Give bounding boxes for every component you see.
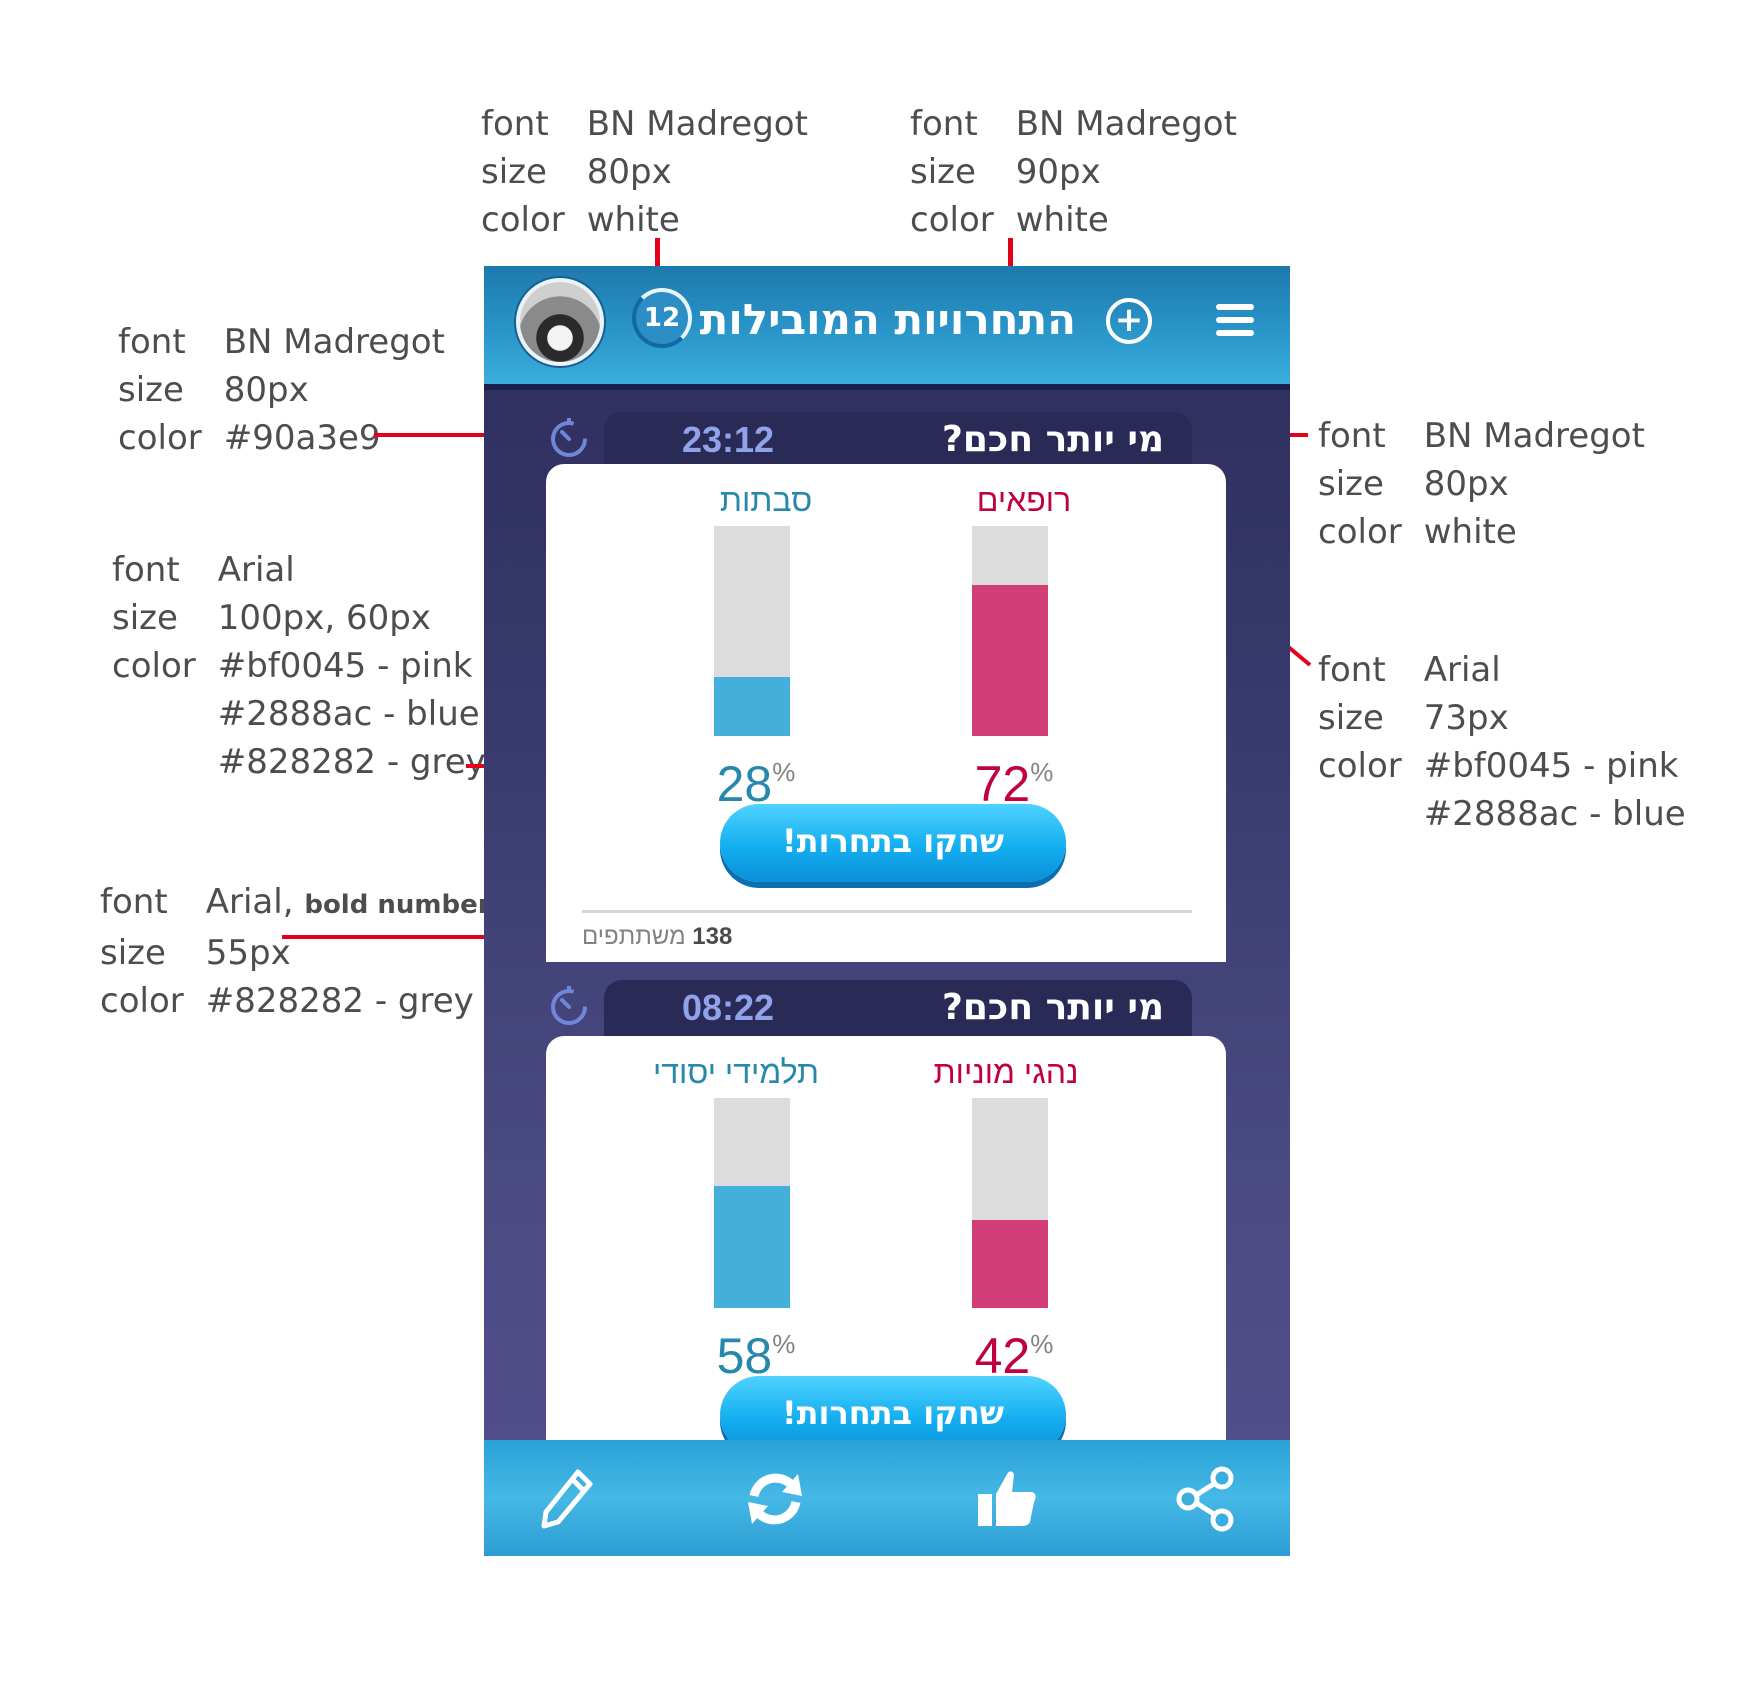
percent-bar-right	[972, 526, 1048, 736]
team-name-right: רופאים	[976, 482, 1072, 518]
challenge-title: מי יותר חכם?	[941, 419, 1164, 460]
challenge-timer: 08:22	[682, 987, 775, 1028]
percent-right: 42%	[974, 1328, 1054, 1384]
hamburger-icon[interactable]	[1216, 304, 1254, 336]
share-icon[interactable]	[1170, 1464, 1240, 1534]
percent-right: 72%	[974, 756, 1054, 812]
app-title: התחרויות המובילות	[699, 295, 1076, 344]
challenge-card: סבתות רופאים 28% 72% שחקו בתחרות! 138 מש…	[546, 464, 1226, 962]
play-challenge-button[interactable]: שחקו בתחרות!	[720, 804, 1066, 882]
percent-left: 28%	[716, 756, 796, 812]
team-name-left: סבתות	[719, 482, 813, 518]
participants-count: 138 משתתפים	[582, 923, 733, 950]
level-badge: 12	[632, 288, 692, 348]
avatar[interactable]	[516, 278, 604, 366]
team-name-right: נהגי מוניות	[933, 1054, 1079, 1090]
challenge-card: תלמידי יסודי נהגי מוניות 58% 42% שחקו בת…	[546, 1036, 1226, 1456]
challenge-timer: 23:12	[682, 419, 775, 460]
challenge-title: מי יותר חכם?	[941, 987, 1164, 1028]
percent-left: 58%	[716, 1328, 796, 1384]
refresh-icon[interactable]	[740, 1464, 810, 1534]
percent-bar-left	[714, 1098, 790, 1308]
plus-circle-icon[interactable]: +	[1106, 298, 1152, 344]
challenge-header: 23:12 מי יותר חכם?	[604, 412, 1192, 468]
bottom-bar	[484, 1440, 1290, 1556]
stopwatch-icon	[551, 986, 587, 1025]
percent-bar-left	[714, 526, 790, 736]
stopwatch-icon	[551, 418, 587, 457]
thumbs-up-icon[interactable]	[972, 1464, 1042, 1534]
pencil-icon[interactable]	[532, 1464, 602, 1534]
phone-screen: 12 התחרויות המובילות + 23:12 מי יותר חכם…	[484, 266, 1290, 1556]
percent-bar-right	[972, 1098, 1048, 1308]
top-bar: 12 התחרויות המובילות +	[484, 266, 1290, 390]
divider	[582, 910, 1192, 913]
team-name-left: תלמידי יסודי	[652, 1054, 820, 1090]
challenge-header: 08:22 מי יותר חכם?	[604, 980, 1192, 1036]
level-number: 12	[643, 303, 681, 333]
